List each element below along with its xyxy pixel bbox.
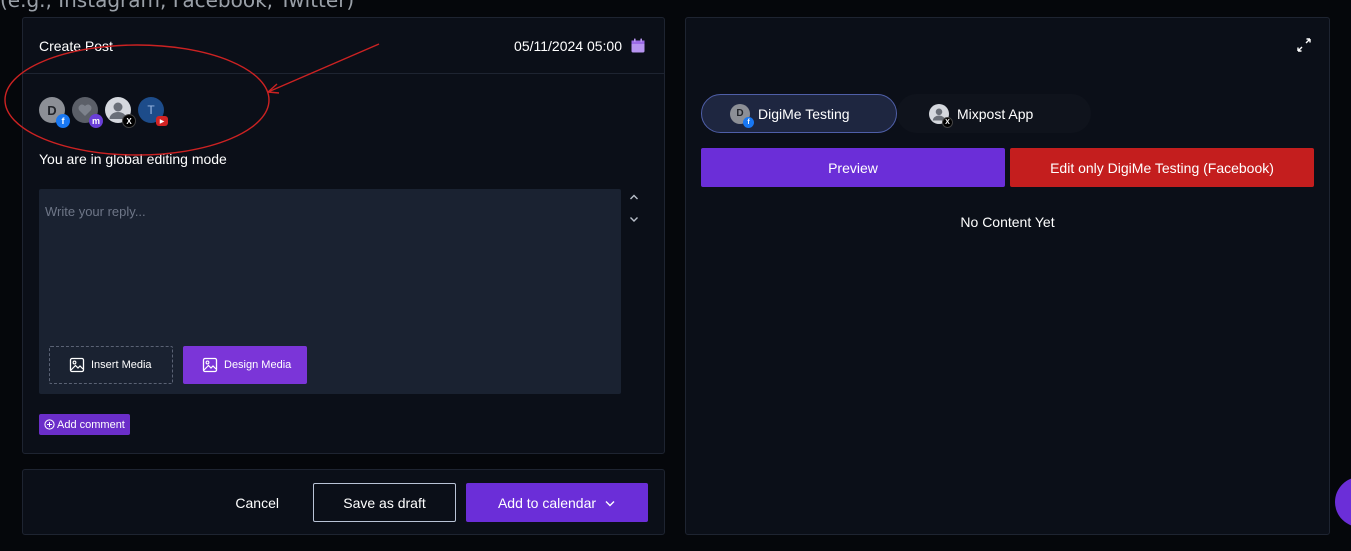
- account-avatar-facebook[interactable]: D f: [39, 97, 70, 128]
- insert-media-label: Insert Media: [91, 359, 152, 371]
- save-draft-button[interactable]: Save as draft: [313, 483, 456, 522]
- editor-scroll-arrows: [628, 191, 640, 225]
- image-icon: [69, 357, 85, 373]
- cancel-button[interactable]: Cancel: [235, 495, 279, 511]
- image-icon: [202, 357, 218, 373]
- facebook-icon: f: [743, 116, 754, 128]
- reply-editor[interactable]: Write your reply... Insert Media Design …: [39, 189, 621, 394]
- floating-action-button[interactable]: [1335, 477, 1351, 527]
- add-to-calendar-button[interactable]: Add to calendar: [466, 483, 648, 522]
- tab-label: Mixpost App: [957, 105, 1034, 122]
- account-avatar-x[interactable]: X: [105, 97, 136, 128]
- plus-circle-icon: [44, 419, 55, 430]
- post-actions-footer: Cancel Save as draft Add to calendar: [22, 469, 665, 535]
- add-comment-button[interactable]: Add comment: [39, 414, 130, 435]
- chevron-down-icon: [605, 500, 615, 506]
- create-post-header: Create Post 05/11/2024 05:00: [23, 18, 664, 74]
- page-title: Create Post: [39, 37, 113, 54]
- facebook-icon: f: [56, 114, 70, 128]
- preview-button[interactable]: Preview: [701, 148, 1005, 187]
- avatar-initial: T: [147, 103, 155, 117]
- insert-media-button[interactable]: Insert Media: [49, 346, 173, 384]
- account-avatar-mastodon[interactable]: m: [72, 97, 103, 128]
- tab-label: DigiMe Testing: [758, 105, 850, 122]
- avatar: X: [929, 103, 953, 128]
- mastodon-icon: m: [89, 114, 103, 128]
- preview-panel: D f DigiMe Testing X Mixpost App Preview…: [685, 17, 1330, 535]
- calendar-icon[interactable]: [630, 38, 646, 54]
- tab-digime-testing[interactable]: D f DigiMe Testing: [701, 94, 897, 133]
- add-comment-label: Add comment: [57, 418, 125, 431]
- youtube-icon: ▶: [156, 116, 168, 126]
- datetime-label: 05/11/2024 05:00: [514, 37, 622, 54]
- tab-mixpost-app[interactable]: X Mixpost App: [897, 94, 1091, 133]
- chevron-up-icon[interactable]: [628, 191, 640, 203]
- empty-preview-text: No Content Yet: [960, 214, 1055, 230]
- instructions-text: (e.g., Instagram, Facebook, Twitter): [0, 0, 355, 12]
- account-avatar-youtube[interactable]: T ▶: [138, 97, 168, 126]
- expand-icon[interactable]: [1295, 36, 1313, 54]
- design-media-button[interactable]: Design Media: [183, 346, 307, 384]
- create-post-panel: Create Post 05/11/2024 05:00 D f m X T ▶…: [22, 17, 665, 454]
- avatar-initial: D: [736, 108, 744, 119]
- editing-mode-text: You are in global editing mode: [39, 151, 227, 167]
- avatar-initial: D: [47, 102, 57, 118]
- preview-account-tabs: D f DigiMe Testing X Mixpost App: [701, 94, 1091, 133]
- chevron-down-icon[interactable]: [628, 213, 640, 225]
- edit-only-account-button[interactable]: Edit only DigiMe Testing (Facebook): [1010, 148, 1314, 187]
- x-icon: X: [122, 114, 136, 128]
- editor-placeholder: Write your reply...: [45, 204, 146, 219]
- add-to-calendar-label: Add to calendar: [497, 494, 597, 511]
- avatar: D f: [730, 103, 754, 128]
- schedule-datetime[interactable]: 05/11/2024 05:00: [514, 38, 646, 54]
- account-selector: D f m X T ▶: [39, 97, 168, 128]
- design-media-label: Design Media: [224, 359, 292, 371]
- x-icon: X: [942, 116, 953, 128]
